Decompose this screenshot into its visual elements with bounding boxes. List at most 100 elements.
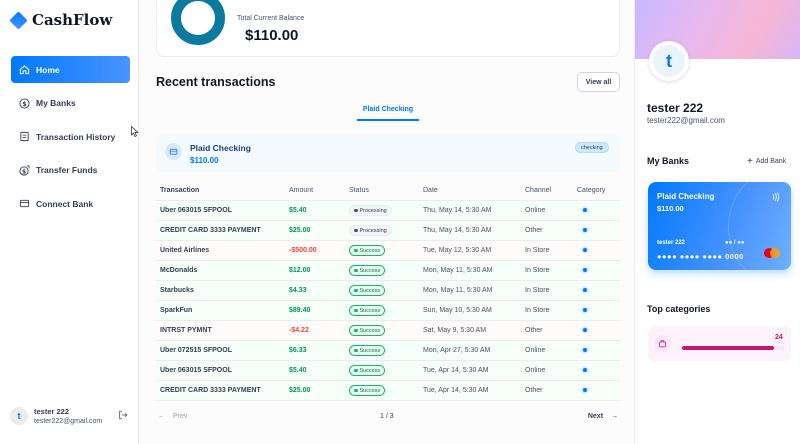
- status-cell: Processing: [349, 205, 423, 216]
- category-dot-icon: [583, 328, 587, 332]
- transaction-channel: Online: [525, 207, 546, 214]
- sidebar-item-label: Transfer Funds: [36, 165, 98, 175]
- prev-page-button[interactable]: ← Prev: [158, 413, 187, 420]
- mouse-cursor-icon: [131, 125, 139, 139]
- table-row[interactable]: Uber 072515 SFPOOL $6.33 Success Mon, Apr 2…: [156, 341, 620, 361]
- logo-icon: [9, 10, 28, 30]
- sidebar-item-transaction-history[interactable]: Transaction History: [11, 123, 130, 150]
- status-label: Success: [359, 247, 381, 254]
- transaction-channel: Other: [525, 387, 543, 394]
- add-bank-button[interactable]: + Add Bank: [747, 156, 786, 167]
- status-label: Success: [359, 267, 381, 274]
- status-cell: Success: [349, 305, 423, 316]
- contactless-icon: [771, 192, 780, 204]
- category-cell: [577, 287, 620, 294]
- status-cell: Success: [349, 325, 423, 336]
- sidebar-item-connect-bank[interactable]: Connect Bank: [11, 190, 130, 217]
- status-dot-icon: [354, 288, 358, 293]
- table-header: Transaction Amount Status Date Channel C…: [156, 181, 620, 201]
- sidebar-item-home[interactable]: Home: [11, 56, 130, 83]
- column-header: Date: [423, 187, 438, 194]
- table-row[interactable]: CREDIT CARD 3333 PAYMENT $25.00 Success Tue…: [156, 381, 620, 401]
- category-dot-icon: [583, 228, 587, 232]
- user-email: tester222@gmail.com: [34, 418, 103, 425]
- sidebar-user[interactable]: t tester 222 tester222@gmail.com: [10, 407, 102, 425]
- sidebar-item-my-banks[interactable]: $ My Banks: [11, 90, 130, 117]
- transaction-amount: $6.33: [289, 347, 307, 354]
- sidebar-item-label: Connect Bank: [36, 198, 94, 209]
- column-header: Status: [349, 187, 369, 194]
- transaction-amount: $5.40: [289, 207, 307, 214]
- status-dot-icon: [354, 208, 358, 213]
- view-all-button[interactable]: View all: [577, 72, 620, 92]
- transaction-name: CREDIT CARD 3333 PAYMENT: [160, 227, 261, 234]
- table-row[interactable]: Uber 063015 SFPOOL $5.40 Success Tue, Apr 1…: [156, 361, 620, 381]
- status-badge: Success: [349, 385, 386, 396]
- transaction-name: McDonalds: [160, 267, 198, 274]
- status-badge: Success: [349, 325, 386, 336]
- balance-donut-chart: [171, 0, 225, 45]
- transaction-date: Thu, May 14, 5:30 AM: [423, 227, 492, 234]
- transaction-date: Mon, May 11, 5:30 AM: [423, 287, 493, 294]
- transaction-name: CREDIT CARD 3333 PAYMENT: [160, 387, 261, 394]
- category-cell: [577, 347, 620, 354]
- next-page-button[interactable]: Next →: [588, 413, 618, 420]
- sidebar-item-transfer-funds[interactable]: $ Transfer Funds: [11, 157, 130, 184]
- svg-text:$: $: [22, 99, 27, 107]
- table-row[interactable]: SparkFun $89.40 Success Sun, May 10, 5:30 A…: [156, 301, 620, 321]
- table-row[interactable]: Starbucks $4.33 Success Mon, May 11, 5:30 A…: [156, 281, 620, 301]
- status-cell: Success: [349, 345, 423, 356]
- transaction-name: Uber 063015 SFPOOL: [160, 367, 232, 374]
- status-cell: Success: [349, 385, 423, 396]
- table-body: Uber 063015 SFPOOL $5.40 Processing Thu, Ma…: [156, 201, 620, 401]
- bank-card-icon: [165, 143, 182, 160]
- table-row[interactable]: United Airlines -$500.00 Success Tue, May 1…: [156, 241, 620, 261]
- tab-plaid-checking[interactable]: Plaid Checking: [357, 103, 419, 121]
- table-row[interactable]: INTRST PYMNT -$4.22 Success Sat, May 9, 5:3…: [156, 321, 620, 341]
- transaction-date: Mon, Apr 27, 5:30 AM: [423, 347, 491, 354]
- sidebar-nav: Home $ My Banks Transaction History $ Tr…: [11, 56, 130, 224]
- column-header: Category: [577, 187, 606, 194]
- transaction-date: Sun, May 10, 5:30 AM: [423, 307, 492, 314]
- transaction-date: Tue, May 12, 5:30 AM: [423, 247, 492, 254]
- category-dot-icon: [583, 248, 587, 252]
- category-dot-icon: [583, 288, 587, 292]
- category-count: 24: [775, 334, 783, 341]
- profile-email: tester222@gmail.com: [647, 116, 725, 125]
- dollar-circle-icon: $: [19, 97, 30, 109]
- receipt-icon: [19, 131, 30, 142]
- transaction-name: INTRST PYMNT: [160, 327, 212, 334]
- account-type-badge: checking: [575, 142, 609, 153]
- money-send-icon: $: [19, 165, 30, 176]
- status-dot-icon: [354, 368, 358, 373]
- plus-icon: +: [747, 156, 753, 167]
- profile-avatar: t: [649, 41, 689, 81]
- top-categories-title: Top categories: [647, 304, 711, 314]
- table-row[interactable]: CREDIT CARD 3333 PAYMENT $25.00 Processing…: [156, 221, 620, 241]
- table-row[interactable]: McDonalds $12.00 Success Mon, May 11, 5:30 …: [156, 261, 620, 281]
- add-bank-label: Add Bank: [755, 158, 787, 165]
- main-content: Total Current Balance $110.00 Recent tra…: [139, 0, 634, 444]
- table-row[interactable]: Uber 063015 SFPOOL $5.40 Processing Thu, Ma…: [156, 201, 620, 221]
- status-label: Processing: [359, 207, 387, 214]
- sidebar-item-label: Transaction History: [36, 131, 116, 142]
- transaction-amount: $5.40: [289, 367, 307, 374]
- transaction-amount: $4.33: [289, 287, 307, 294]
- app-logo[interactable]: CashFlow: [9, 10, 112, 30]
- category-dot-icon: [583, 308, 587, 312]
- transaction-channel: In Store: [525, 307, 550, 314]
- avatar: t: [10, 407, 28, 425]
- transaction-amount: $89.40: [289, 307, 311, 314]
- transaction-name: United Airlines: [160, 247, 210, 254]
- category-progress-fill: [682, 346, 774, 350]
- category-cell: [577, 207, 620, 214]
- status-dot-icon: [354, 328, 358, 333]
- category-dot-icon: [583, 208, 587, 212]
- column-header: Channel: [525, 187, 552, 194]
- category-cell: [577, 227, 620, 234]
- logout-icon[interactable]: [118, 410, 128, 423]
- bank-card[interactable]: Plaid Checking $110.00 tester 222 ●● / ●…: [648, 182, 791, 270]
- status-dot-icon: [354, 268, 358, 273]
- column-header: Transaction: [160, 187, 200, 194]
- account-summary: Plaid Checking $110.00 checking: [156, 134, 620, 172]
